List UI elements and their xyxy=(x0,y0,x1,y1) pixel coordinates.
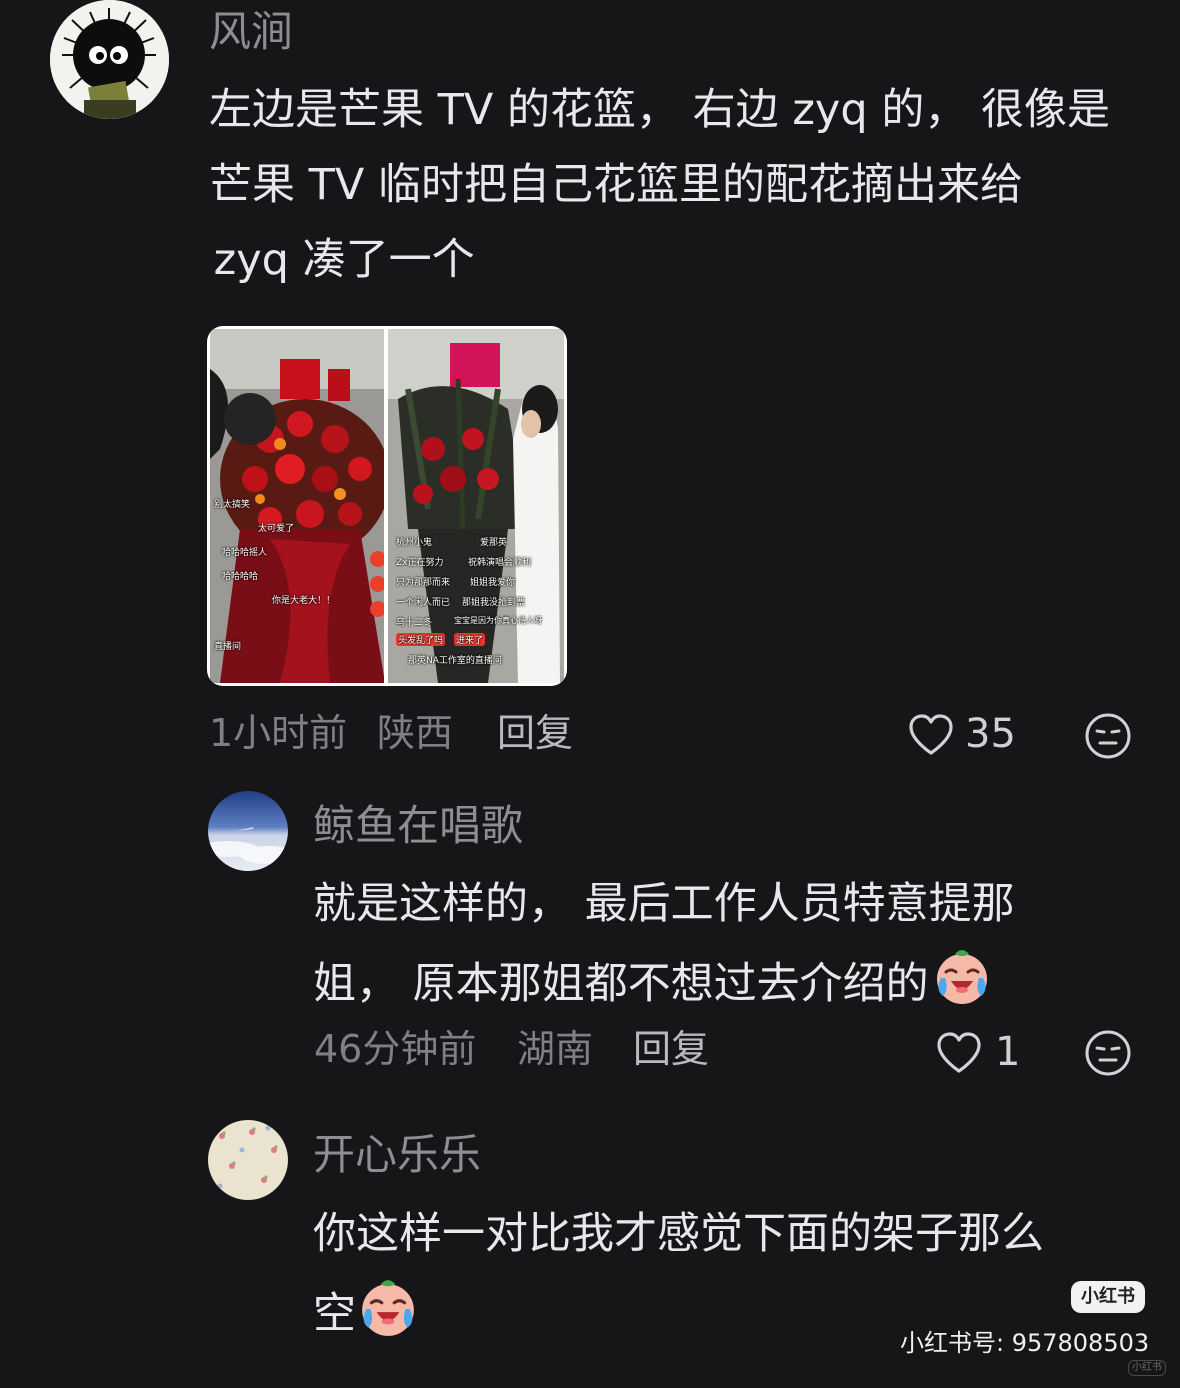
watermark-corner: 小红书 xyxy=(1128,1360,1166,1376)
live-comment: 一个闲人而已 xyxy=(396,598,451,608)
heart-outline-icon xyxy=(937,1032,981,1073)
live-comment: 爱那英 xyxy=(480,538,508,548)
live-comment: 直播间 xyxy=(214,642,242,652)
live-comment: 杭州小鬼 xyxy=(396,538,433,548)
like-button[interactable]: 1 xyxy=(935,1026,1025,1078)
comment-text-line: 空 xyxy=(313,1278,418,1345)
watermark-badge: 小红书 xyxy=(1071,1281,1145,1313)
comment-text-line: 姐， 原本那姐都不想过去介绍的 xyxy=(313,948,991,1015)
live-comment: Zx正在努力 xyxy=(396,558,444,568)
like-count: 1 xyxy=(995,1029,1021,1075)
username[interactable]: 鲸鱼在唱歌 xyxy=(313,798,523,854)
live-comment: 哈哈哈摇人 xyxy=(222,548,268,558)
like-count: 35 xyxy=(965,711,1016,757)
crying-laughing-emoji-icon xyxy=(358,1278,418,1338)
dislike-button[interactable] xyxy=(1083,711,1133,761)
live-comment: 乌十二冬 xyxy=(396,618,433,628)
live-comment: 别太搞笑 xyxy=(214,500,251,510)
comment-time: 46分钟前 xyxy=(314,1027,477,1071)
watermark-id: 小红书号: 957808503 xyxy=(900,1329,1150,1357)
avatar[interactable] xyxy=(208,791,288,871)
comment-time: 1小时前 xyxy=(209,711,348,755)
live-comment: 太可爱了 xyxy=(258,524,295,534)
live-comment: 头发乱了吗 xyxy=(396,633,446,646)
image-left-panel: 别太搞笑 太可爱了 哈哈哈摇人 哈哈哈哈 你是大老大！！ 直播间 xyxy=(210,329,384,683)
heart-outline-icon xyxy=(909,714,953,755)
live-comment: 你是大老大！！ xyxy=(272,596,336,606)
live-comment: 祝韩演唱会顺利 xyxy=(468,558,532,568)
live-comment: 进来了 xyxy=(454,633,486,646)
reply-button[interactable]: 回复 xyxy=(497,707,573,759)
live-comment: 宝宝是因为你真心待人呀 xyxy=(454,616,542,625)
image-right-panel: 杭州小鬼 爱那英 Zx正在努力 祝韩演唱会顺利 只为那那而来 姐姐我爱你 一个闲… xyxy=(388,329,564,683)
attached-image[interactable]: 别太搞笑 太可爱了 哈哈哈摇人 哈哈哈哈 你是大老大！！ 直播间 杭州小鬼 爱那… xyxy=(207,326,567,686)
unhappy-face-icon xyxy=(1085,713,1131,759)
live-comment: 只为那那而来 xyxy=(396,578,451,588)
live-comment: 那英NA工作室的直播间 xyxy=(408,656,502,666)
comment-location: 陕西 xyxy=(377,711,454,755)
dislike-button[interactable] xyxy=(1083,1028,1133,1078)
comment-text-line: 左边是芒果 TV 的花篮， 右边 zyq 的， 很像是 xyxy=(209,85,1111,135)
crying-laughing-emoji-icon xyxy=(933,948,991,1006)
avatar[interactable] xyxy=(50,0,169,119)
live-comment: 哈哈哈哈 xyxy=(222,572,259,582)
comment-location: 湖南 xyxy=(517,1027,594,1071)
username[interactable]: 开心乐乐 xyxy=(313,1127,481,1183)
live-comment: 姐姐我爱你 xyxy=(470,578,516,588)
reply-button[interactable]: 回复 xyxy=(633,1023,709,1075)
comment-text: 姐， 原本那姐都不想过去介绍的 xyxy=(313,959,929,1009)
live-comment: 那姐我没抢到票 xyxy=(462,598,526,608)
avatar[interactable] xyxy=(208,1120,288,1200)
username[interactable]: 风涧 xyxy=(209,4,293,60)
comment-text-line: 芒果 TV 临时把自己花篮里的配花摘出来给 xyxy=(209,160,1024,210)
unhappy-face-icon xyxy=(1085,1030,1131,1076)
like-button[interactable]: 35 xyxy=(907,708,1025,760)
comment-text-line: 就是这样的， 最后工作人员特意提那 xyxy=(313,879,1015,929)
comment-text-line: zyq 凑了一个 xyxy=(200,235,475,285)
comment-text: 空 xyxy=(313,1289,356,1339)
comment-text-line: 你这样一对比我才感觉下面的架子那么 xyxy=(313,1209,1044,1259)
